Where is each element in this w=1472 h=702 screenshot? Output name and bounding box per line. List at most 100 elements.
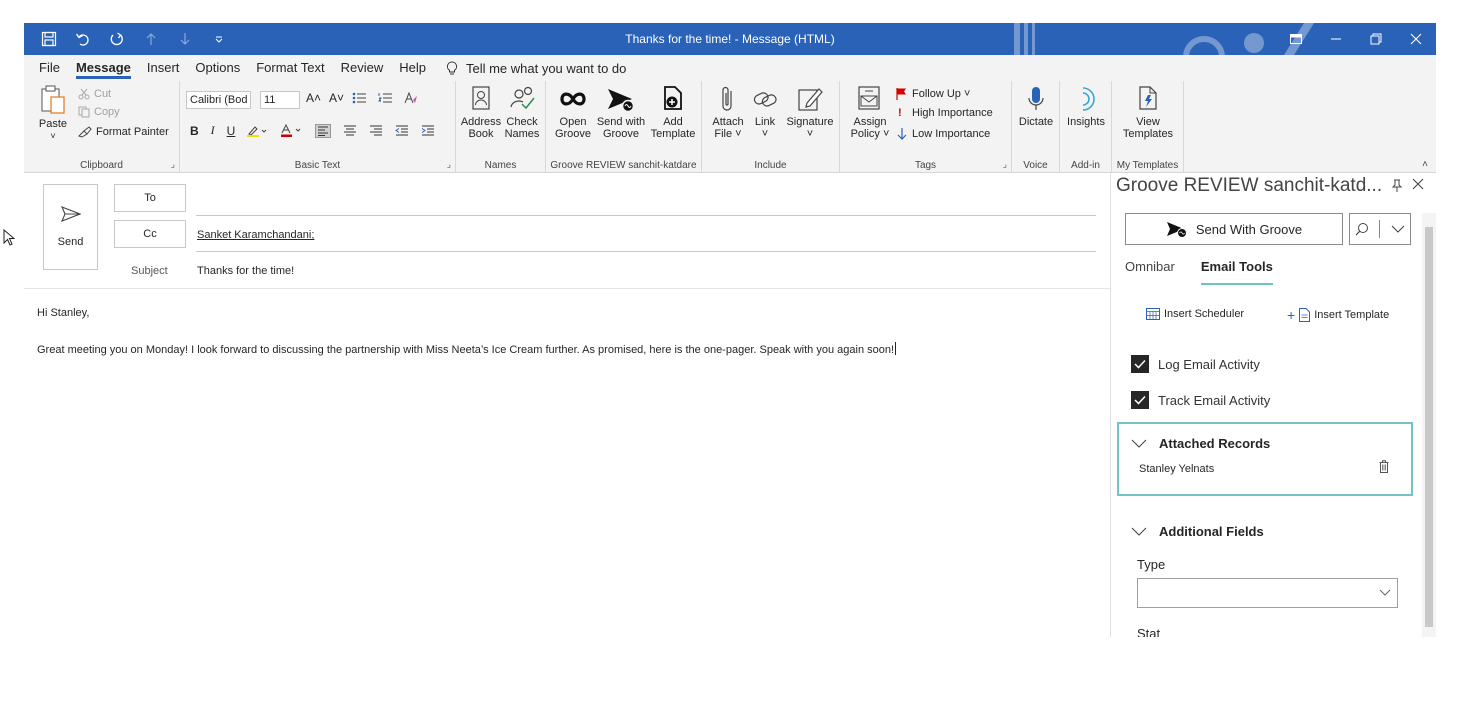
low-importance-button[interactable]: Low Importance (896, 127, 990, 140)
groove-group-label: Groove REVIEW sanchit-katdare (550, 160, 697, 171)
trash-icon[interactable] (1379, 460, 1389, 478)
underline-icon[interactable]: U (227, 124, 236, 138)
link-button[interactable]: Link ˅ (748, 85, 782, 140)
mouse-pointer-icon (3, 229, 15, 246)
groove-send-icon (1166, 222, 1187, 238)
tags-launcher-icon[interactable]: ⌟ (1003, 159, 1007, 170)
body-paragraph[interactable]: Great meeting you on Monday! I look forw… (37, 342, 897, 356)
grow-font-icon[interactable]: A˄ (306, 91, 321, 105)
bullets-icon[interactable] (352, 92, 370, 104)
cc-field[interactable] (196, 251, 1096, 252)
align-right-icon[interactable] (369, 125, 383, 137)
font-name-select[interactable]: Calibri (Bod (186, 91, 252, 109)
type-select[interactable] (1137, 578, 1398, 608)
subject-input[interactable]: Thanks for the time! (197, 265, 294, 277)
close-pane-icon[interactable] (1412, 177, 1424, 195)
italic-icon[interactable]: I (211, 123, 215, 138)
flag-icon (896, 88, 906, 100)
tab-options[interactable]: Options (187, 55, 248, 81)
tab-insert[interactable]: Insert (139, 55, 188, 81)
highlight-icon[interactable] (247, 125, 269, 137)
additional-fields-header[interactable]: Additional Fields (1131, 524, 1264, 539)
align-center-icon[interactable] (343, 125, 357, 137)
ribbon-display-options-icon[interactable] (1276, 23, 1316, 55)
body-greeting[interactable]: Hi Stanley, (37, 307, 89, 319)
exclamation-icon: ! (898, 107, 902, 119)
check-names-button[interactable]: Check Names (502, 85, 542, 140)
paste-button[interactable]: Paste ˅ (36, 85, 70, 142)
insert-template-button[interactable]: + Insert Template (1287, 307, 1389, 323)
track-email-activity-checkbox[interactable]: Track Email Activity (1131, 391, 1270, 409)
tab-email-tools[interactable]: Email Tools (1200, 259, 1273, 285)
follow-up-button[interactable]: Follow Up ˅ (896, 87, 970, 100)
tab-help[interactable]: Help (391, 55, 434, 81)
log-email-activity-label: Log Email Activity (1158, 356, 1260, 372)
attach-file-button[interactable]: Attach File ˅ (708, 85, 748, 140)
insights-button[interactable]: Insights (1062, 85, 1110, 128)
clear-formatting-icon[interactable] (404, 92, 418, 104)
tell-me-text: Tell me what you want to do (465, 60, 627, 76)
cc-button[interactable]: Cc (114, 220, 186, 248)
decrease-indent-icon[interactable] (395, 125, 409, 137)
add-template-icon (664, 86, 682, 110)
dictate-button[interactable]: Dictate (1014, 85, 1058, 128)
groove-task-pane: Groove REVIEW sanchit-katd... Send With … (1110, 173, 1436, 637)
attached-record-name[interactable]: Stanley Yelnats (1139, 463, 1214, 475)
format-painter-button[interactable]: Format Painter (78, 126, 169, 138)
groove-search-dropdown[interactable] (1349, 213, 1411, 245)
assign-policy-label-2: Policy ˅ (850, 128, 890, 140)
log-email-activity-checkbox[interactable]: Log Email Activity (1131, 355, 1260, 373)
minimize-icon[interactable] (1316, 23, 1356, 55)
basic-text-launcher-icon[interactable]: ⌟ (447, 159, 451, 170)
add-template-label-1: Add (663, 116, 683, 128)
bold-icon[interactable]: B (190, 124, 199, 138)
numbering-icon[interactable] (378, 92, 396, 104)
send-with-groove-label-2: Groove (602, 128, 640, 140)
chevron-down-icon (1391, 225, 1405, 233)
attached-records-header[interactable]: Attached Records (1131, 436, 1270, 451)
send-with-groove-button[interactable]: Send With Groove (1125, 213, 1343, 245)
view-templates-button[interactable]: View Templates (1120, 85, 1176, 140)
address-book-button[interactable]: Address Book (460, 85, 502, 140)
tab-review[interactable]: Review (333, 55, 392, 81)
signature-button[interactable]: Signature ˅ (784, 85, 836, 140)
cut-button[interactable]: Cut (78, 88, 111, 100)
high-importance-button[interactable]: ! High Importance (898, 107, 993, 119)
shrink-font-icon[interactable]: A˅ (329, 91, 344, 105)
insert-scheduler-button[interactable]: Insert Scheduler (1146, 307, 1244, 320)
send-with-groove-ribbon-button[interactable]: Send with Groove (594, 85, 648, 140)
add-template-button[interactable]: Add Template (648, 85, 698, 140)
restore-icon[interactable] (1356, 23, 1396, 55)
font-name-value: Calibri (Bod (186, 91, 252, 109)
address-book-icon (472, 86, 490, 110)
open-groove-button[interactable]: Open Groove (552, 85, 594, 140)
clipboard-launcher-icon[interactable]: ⌟ (171, 159, 175, 170)
chevron-down-icon (1379, 589, 1391, 596)
collapse-ribbon-icon[interactable]: ˄ (1422, 159, 1428, 170)
tab-format-text[interactable]: Format Text (248, 55, 332, 81)
pin-icon[interactable] (1391, 179, 1403, 196)
font-size-select[interactable]: 11 (260, 91, 300, 109)
assign-policy-button[interactable]: Assign Policy ˅ (850, 85, 890, 140)
to-button[interactable]: To (114, 184, 186, 212)
window-title: Thanks for the time! - Message (HTML) (625, 32, 835, 46)
send-label: Send (57, 236, 84, 248)
copy-button[interactable]: Copy (78, 106, 120, 118)
to-field[interactable] (196, 215, 1096, 216)
pane-scrollbar[interactable] (1422, 213, 1436, 637)
tab-message[interactable]: Message (68, 55, 139, 81)
pane-scrollbar-thumb[interactable] (1425, 227, 1433, 627)
cc-recipient[interactable]: Sanket Karamchandani; (197, 229, 314, 241)
close-icon[interactable] (1396, 23, 1436, 55)
check-names-label-2: Names (504, 128, 540, 140)
font-color-icon[interactable] (281, 124, 303, 137)
tell-me-search[interactable]: Tell me what you want to do (446, 61, 626, 76)
send-button[interactable]: Send (43, 184, 98, 270)
title-bar: Thanks for the time! - Message (HTML) (24, 23, 1436, 55)
tab-file[interactable]: File (31, 55, 68, 81)
type-field-label: Type (1137, 557, 1166, 572)
track-email-activity-label: Track Email Activity (1158, 392, 1271, 408)
increase-indent-icon[interactable] (421, 125, 435, 137)
align-left-icon[interactable] (315, 123, 332, 138)
tab-omnibar[interactable]: Omnibar (1125, 259, 1175, 285)
